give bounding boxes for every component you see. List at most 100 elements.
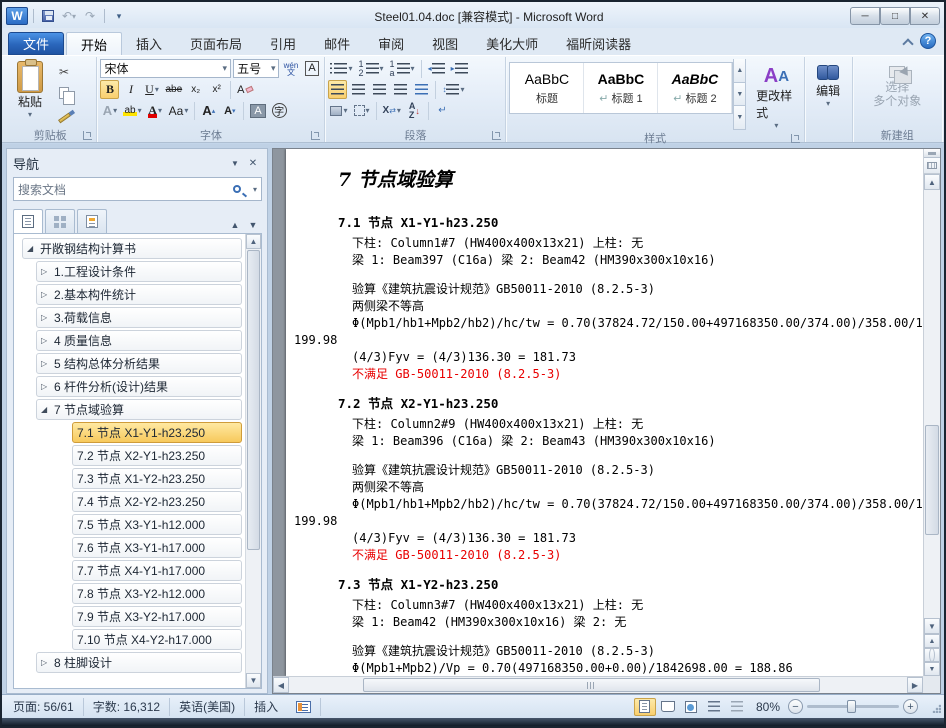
bullets-button[interactable]: ▾: [328, 59, 354, 78]
tree-scroll-up-button[interactable]: ▲: [246, 234, 261, 249]
expander-icon[interactable]: ▷: [41, 359, 54, 368]
print-layout-view-button[interactable]: [634, 698, 656, 716]
word-count[interactable]: 字数: 16,312: [84, 698, 170, 716]
superscript-button[interactable]: x²: [207, 80, 226, 99]
scroll-left-button[interactable]: ◀: [273, 677, 289, 693]
ribbon-tab-1[interactable]: 插入: [122, 32, 176, 55]
multilevel-list-button[interactable]: 1a▾: [388, 59, 417, 78]
undo-button[interactable]: ↶▾: [60, 8, 78, 24]
split-handle[interactable]: [924, 149, 940, 158]
nav-tree-item[interactable]: ▷4 质量信息: [36, 330, 242, 351]
zoom-slider-track[interactable]: [807, 705, 899, 708]
justify-button[interactable]: [391, 80, 410, 99]
nav-tree-item[interactable]: 7.8 节点 X3-Y2-h12.000: [72, 583, 242, 604]
next-heading-button[interactable]: ▼: [244, 217, 262, 233]
nav-tree-item[interactable]: ▷1.工程设计条件: [36, 261, 242, 282]
font-dialog-launcher[interactable]: [311, 131, 320, 140]
horizontal-scrollbar[interactable]: ◀ ▶: [273, 676, 923, 693]
expander-icon[interactable]: ▷: [41, 336, 54, 345]
select-browse-object-button[interactable]: [924, 648, 940, 662]
clear-formatting-button[interactable]: A: [235, 80, 254, 99]
select-multiple-objects-button[interactable]: 选择多个对象: [869, 59, 925, 127]
asian-layout-button[interactable]: X⇄▾: [381, 101, 403, 120]
style-gallery-item[interactable]: AaBbC标题 1: [584, 63, 658, 113]
scroll-up-button[interactable]: ▲: [924, 174, 940, 190]
align-right-button[interactable]: [370, 80, 389, 99]
character-shading-button[interactable]: A: [248, 101, 267, 120]
tree-scroll-thumb[interactable]: [247, 250, 260, 550]
vertical-scroll-track[interactable]: [924, 190, 940, 618]
paste-dropdown-icon[interactable]: ▾: [28, 110, 32, 119]
zoom-level[interactable]: 80%: [756, 700, 780, 714]
ribbon-tab-0[interactable]: 开始: [66, 32, 122, 55]
ribbon-tab-7[interactable]: 美化大师: [472, 32, 552, 55]
font-color-button[interactable]: A▾: [146, 101, 165, 120]
page-indicator[interactable]: 页面: 56/61: [4, 698, 84, 716]
shading-button[interactable]: ▾: [328, 101, 349, 120]
nav-tree-item[interactable]: 7.2 节点 X2-Y1-h23.250: [72, 445, 242, 466]
cut-button[interactable]: ✂: [53, 62, 75, 81]
navigation-options-dropdown[interactable]: ▼: [226, 155, 244, 171]
tree-scroll-down-button[interactable]: ▼: [246, 673, 261, 688]
character-border-button[interactable]: A: [302, 59, 321, 78]
ruler-toggle-button[interactable]: [924, 158, 940, 174]
nav-tree-item[interactable]: ▷2.基本构件统计: [36, 284, 242, 305]
nav-tree-item[interactable]: ▷5 结构总体分析结果: [36, 353, 242, 374]
change-styles-button[interactable]: AA 更改样式 ▾: [752, 59, 801, 130]
ribbon-tab-4[interactable]: 邮件: [310, 32, 364, 55]
shrink-font-button[interactable]: A▾: [220, 101, 239, 120]
ribbon-tab-3[interactable]: 引用: [256, 32, 310, 55]
tab-file[interactable]: 文件: [8, 32, 64, 55]
line-spacing-button[interactable]: ↕▾: [440, 80, 466, 99]
draft-view-button[interactable]: [726, 698, 748, 716]
tab-browse-results[interactable]: [77, 209, 107, 233]
font-size-combo[interactable]: 五号▾: [233, 59, 279, 78]
nav-tree-item[interactable]: ▷6 杆件分析(设计)结果: [36, 376, 242, 397]
zoom-in-button[interactable]: +: [903, 699, 918, 714]
outline-view-button[interactable]: [703, 698, 725, 716]
nav-tree-item[interactable]: 7.9 节点 X3-Y2-h17.000: [72, 606, 242, 627]
paragraph-dialog-launcher[interactable]: [492, 131, 501, 140]
help-button[interactable]: ?: [920, 33, 936, 49]
proofing-status-button[interactable]: [287, 698, 321, 716]
horizontal-scroll-thumb[interactable]: [363, 678, 820, 692]
strikethrough-button[interactable]: abe: [163, 80, 184, 99]
expander-icon[interactable]: ▷: [41, 290, 54, 299]
show-marks-button[interactable]: ↵: [433, 101, 452, 120]
nav-tree-item[interactable]: ◢7 节点域验算: [36, 399, 242, 420]
language-indicator[interactable]: 英语(美国): [170, 698, 245, 716]
web-layout-view-button[interactable]: [680, 698, 702, 716]
tab-browse-headings[interactable]: [13, 209, 43, 233]
gallery-more-button[interactable]: ▼: [733, 106, 746, 130]
insert-mode-indicator[interactable]: 插入: [245, 698, 287, 716]
close-button[interactable]: ✕: [910, 7, 940, 25]
nav-tree-item[interactable]: 7.7 节点 X4-Y1-h17.000: [72, 560, 242, 581]
qat-customize-button[interactable]: ▾: [110, 8, 128, 24]
search-input[interactable]: 搜索文档 ▾: [13, 177, 262, 201]
subscript-button[interactable]: x₂: [186, 80, 205, 99]
expander-icon[interactable]: ▷: [41, 267, 54, 276]
minimize-ribbon-icon[interactable]: [903, 37, 912, 46]
align-center-button[interactable]: [349, 80, 368, 99]
scroll-right-button[interactable]: ▶: [907, 677, 923, 693]
redo-button[interactable]: ↷: [81, 8, 99, 24]
decrease-indent-button[interactable]: ◂: [426, 59, 447, 78]
zoom-out-button[interactable]: −: [788, 699, 803, 714]
zoom-slider-thumb[interactable]: [847, 700, 856, 713]
format-painter-button[interactable]: [53, 104, 75, 123]
expander-icon[interactable]: ▷: [41, 658, 54, 667]
next-page-button[interactable]: ▼: [924, 662, 940, 676]
distribute-button[interactable]: [412, 80, 431, 99]
ribbon-tab-6[interactable]: 视图: [418, 32, 472, 55]
expander-icon[interactable]: ▷: [41, 313, 54, 322]
ribbon-tab-8[interactable]: 福昕阅读器: [552, 32, 645, 55]
editing-button[interactable]: 编辑 ▾: [812, 59, 844, 127]
previous-page-button[interactable]: ▲: [924, 634, 940, 648]
copy-button[interactable]: [53, 83, 75, 102]
borders-button[interactable]: ▾: [352, 101, 372, 120]
align-left-button[interactable]: [328, 80, 347, 99]
nav-tree-item[interactable]: 7.6 节点 X3-Y1-h17.000: [72, 537, 242, 558]
style-gallery-item[interactable]: AaBbC标题 2: [658, 63, 732, 113]
scroll-down-button[interactable]: ▼: [924, 618, 940, 634]
pinyin-guide-button[interactable]: wén文: [281, 59, 300, 78]
